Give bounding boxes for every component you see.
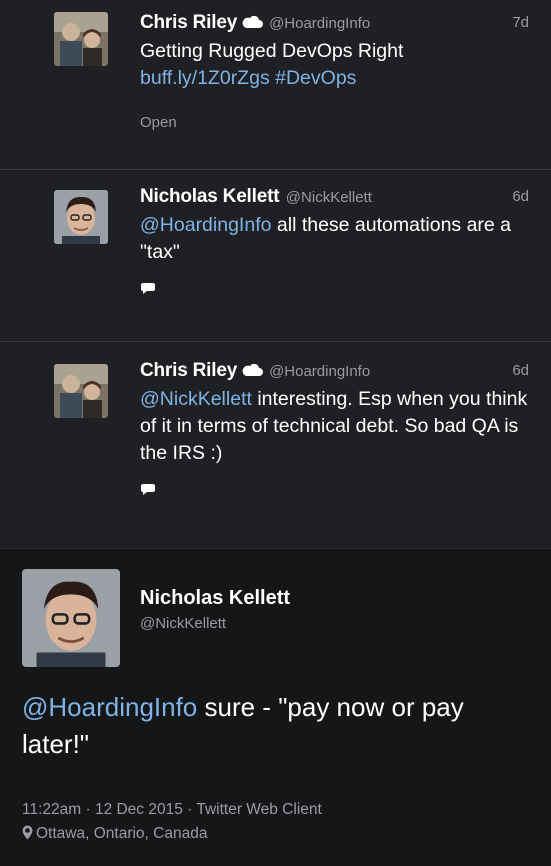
tweet-timestamp[interactable]: 6d — [512, 362, 529, 379]
author-handle[interactable]: @HoardingInfo — [269, 15, 370, 32]
reply-icon[interactable] — [140, 280, 156, 296]
tweet-item[interactable]: Chris Riley @HoardingInfo 6d @NickKellett… — [0, 342, 551, 548]
tweet-mention[interactable]: @HoardingInfo — [140, 214, 271, 236]
author-handle[interactable]: @NickKellett — [286, 189, 372, 206]
tweet-timestamp[interactable]: 7d — [512, 14, 529, 31]
tweet-mention[interactable]: @NickKellett — [140, 388, 252, 410]
focused-tweet: Nicholas Kellett @NickKellett @HoardingI… — [0, 548, 551, 866]
pin-icon — [22, 825, 33, 840]
author-name[interactable]: Chris Riley — [140, 360, 237, 381]
tweet-item[interactable]: Chris Riley @HoardingInfo 7d Getting Rugg… — [0, 0, 551, 170]
tweet-location[interactable]: Ottawa, Ontario, Canada — [22, 825, 207, 843]
tweet-header: Nicholas Kellett @NickKellett 6d — [140, 186, 531, 210]
author-handle[interactable]: @NickKellett — [140, 615, 226, 632]
tweet-timeline: Chris Riley @HoardingInfo 7d Getting Rugg… — [0, 0, 551, 866]
tweet-body: Chris Riley @HoardingInfo 6d @NickKellett… — [140, 360, 531, 502]
tweet-meta: 11:22am · 12 Dec 2015 · Twitter Web Clie… — [22, 801, 322, 818]
cloud-icon — [242, 364, 264, 377]
cloud-icon — [242, 16, 264, 29]
tweet-text: @NickKellett interesting. Esp when you t… — [140, 386, 531, 467]
tweet-text: Getting Rugged DevOps Right buff.ly/1Z0r… — [140, 38, 531, 92]
tweet-header: Chris Riley @HoardingInfo 6d — [140, 360, 531, 384]
reply-icon[interactable] — [140, 481, 156, 497]
tweet-mention[interactable]: @HoardingInfo — [22, 692, 197, 722]
tweet-text-line: Getting Rugged DevOps Right — [140, 40, 404, 62]
tweet-body: Nicholas Kellett @NickKellett 6d @Hoardi… — [140, 186, 531, 301]
tweet-item[interactable]: Nicholas Kellett @NickKellett 6d @Hoardi… — [0, 170, 551, 342]
tweet-timestamp[interactable]: 6d — [512, 188, 529, 205]
avatar-nicholas-kellett[interactable] — [22, 569, 120, 667]
avatar-nicholas-kellett[interactable] — [54, 190, 108, 244]
tweet-hashtag[interactable]: #DevOps — [275, 67, 356, 89]
tweet-text: @HoardingInfo all these automations are … — [140, 212, 531, 266]
author-name[interactable]: Chris Riley — [140, 12, 237, 33]
tweet-text: @HoardingInfo sure - "pay now or pay lat… — [22, 689, 522, 763]
author-name[interactable]: Nicholas Kellett — [140, 186, 280, 207]
tweet-header: Chris Riley @HoardingInfo 7d — [140, 12, 531, 36]
avatar-chris-riley[interactable] — [54, 364, 108, 418]
tweet-link[interactable]: buff.ly/1Z0rZgs — [140, 67, 270, 89]
location-label: Ottawa, Ontario, Canada — [36, 825, 208, 842]
tweet-body: Chris Riley @HoardingInfo 7d Getting Rugg… — [140, 12, 531, 131]
open-button[interactable]: Open — [140, 114, 531, 131]
author-name[interactable]: Nicholas Kellett — [140, 587, 290, 610]
author-handle[interactable]: @HoardingInfo — [269, 363, 370, 380]
avatar-chris-riley[interactable] — [54, 12, 108, 66]
